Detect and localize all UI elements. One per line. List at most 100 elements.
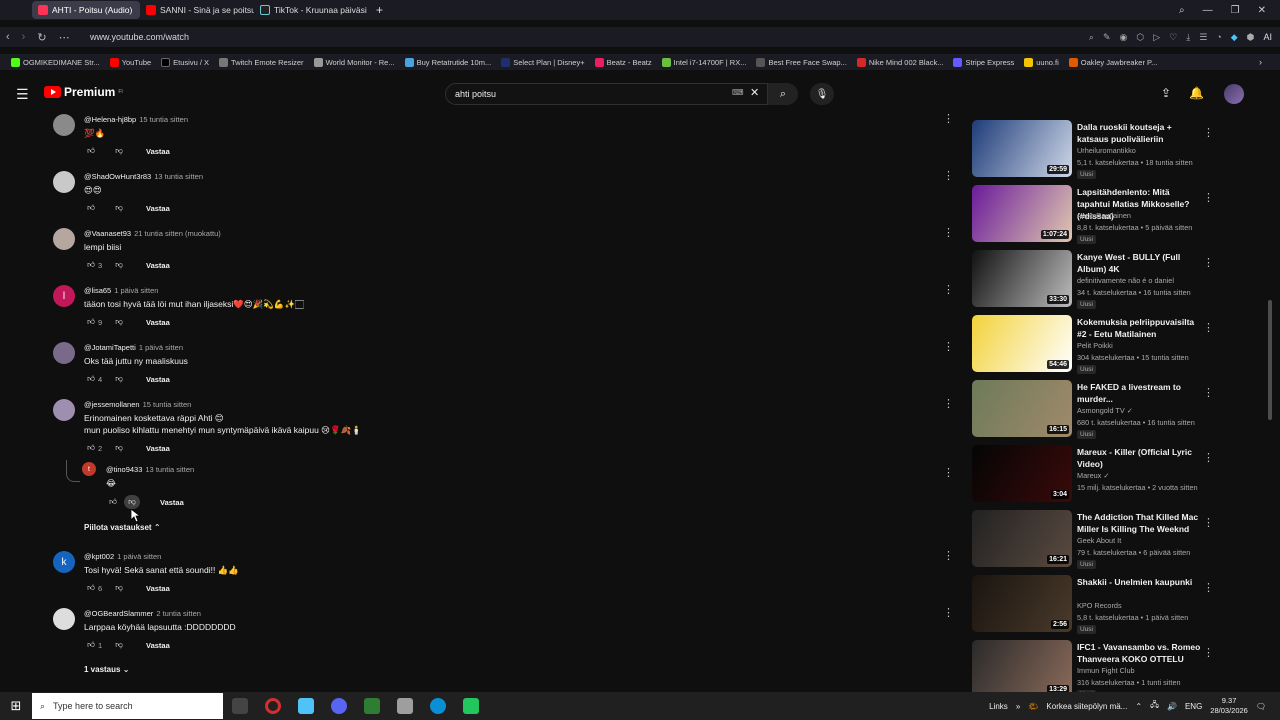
video-title[interactable]: IFC1 - Vavansambo vs. Romeo Thanveera KO…: [1077, 641, 1202, 665]
avatar[interactable]: l: [53, 285, 75, 307]
avatar[interactable]: t: [82, 462, 96, 476]
more-options-icon[interactable]: ⋮: [1203, 581, 1214, 594]
video-item[interactable]: 16:15 He FAKED a livestream to murder... A…: [972, 378, 1220, 440]
like-icon[interactable]: 👍︎: [106, 497, 120, 507]
avatar[interactable]: [53, 228, 75, 250]
taskbar-app-opera[interactable]: [256, 692, 289, 720]
avatar[interactable]: [53, 171, 75, 193]
more-options-icon[interactable]: ⋮: [1203, 126, 1214, 139]
clear-search-icon[interactable]: ✕: [750, 86, 759, 99]
dislike-icon[interactable]: 👎︎: [112, 260, 126, 270]
avatar[interactable]: [53, 342, 75, 364]
hamburger-menu-icon[interactable]: ☰: [16, 86, 29, 103]
bookmark-item[interactable]: Nike Mind 002 Black...: [852, 57, 949, 67]
like-icon[interactable]: 👍︎: [84, 583, 98, 593]
extension-icon[interactable]: ◆: [1231, 32, 1238, 43]
dislike-icon[interactable]: 👎︎: [112, 583, 126, 593]
video-channel[interactable]: Mareux ✓: [1077, 471, 1109, 480]
reply-button[interactable]: Vastaa: [146, 375, 170, 384]
comment-author[interactable]: @tino9433 13 tuntia sitten: [106, 465, 194, 474]
edit-icon[interactable]: ✎: [1103, 32, 1111, 43]
video-title[interactable]: He FAKED a livestream to murder...: [1077, 381, 1202, 405]
weather-text[interactable]: Korkea siitepölyn mä...: [1046, 702, 1127, 711]
video-thumbnail[interactable]: 16:21: [972, 510, 1072, 567]
notifications-bell-icon[interactable]: 🔔: [1189, 86, 1204, 100]
forward-icon[interactable]: ›: [22, 31, 26, 44]
more-options-icon[interactable]: ⋮: [943, 340, 954, 353]
taskbar-app-app-green[interactable]: [355, 692, 388, 720]
search-button[interactable]: ⌕: [768, 83, 798, 105]
video-channel[interactable]: Asmongold TV ✓: [1077, 406, 1133, 415]
reply-button[interactable]: Vastaa: [146, 444, 170, 453]
like-icon[interactable]: 👍︎: [84, 260, 98, 270]
upload-icon[interactable]: ⇪: [1161, 86, 1171, 100]
weather-icon[interactable]: 🌤: [1028, 702, 1038, 711]
more-options-icon[interactable]: ⋮: [943, 226, 954, 239]
bookmark-item[interactable]: Buy Retatrutide 10m...: [400, 57, 497, 67]
reload-icon[interactable]: ↻: [37, 31, 46, 44]
bookmark-item[interactable]: Stripe Express: [948, 57, 1019, 67]
comment-author[interactable]: @lisa65 1 päivä sitten: [84, 286, 158, 295]
like-icon[interactable]: 👍︎: [84, 317, 98, 327]
dislike-icon[interactable]: 👎︎: [112, 374, 126, 384]
more-options-icon[interactable]: ⋮: [1203, 386, 1214, 399]
more-options-icon[interactable]: ⋮: [1203, 451, 1214, 464]
url-field[interactable]: www.youtube.com/watch: [90, 27, 189, 47]
comment-author[interactable]: @OGBeardSlammer 2 tuntia sitten: [84, 609, 201, 618]
video-item[interactable]: 13:29 IFC1 - Vavansambo vs. Romeo Thanvee…: [972, 638, 1220, 692]
video-thumbnail[interactable]: 29:59: [972, 120, 1072, 177]
tab-ahti-poitsu[interactable]: AHTI - Poitsu (Audio): [32, 1, 140, 19]
notification-center-icon[interactable]: 🗨: [1256, 702, 1266, 711]
chevron-icon[interactable]: »: [1016, 702, 1020, 711]
avatar[interactable]: k: [53, 551, 75, 573]
bookmark-item[interactable]: Select Plan | Disney+: [496, 57, 589, 67]
network-icon[interactable]: 🖧: [1150, 699, 1159, 713]
keyboard-icon[interactable]: ⌨: [732, 88, 744, 97]
video-item[interactable]: 54:46 Kokemuksia pelriippuvaisilta #2 - E…: [972, 313, 1220, 375]
ai-button[interactable]: AI: [1263, 32, 1272, 42]
more-options-icon[interactable]: ⋮: [943, 169, 954, 182]
more-options-icon[interactable]: ⋮: [943, 549, 954, 562]
more-options-icon[interactable]: ⋮: [943, 112, 954, 125]
search-tabs-icon[interactable]: ⌕: [1179, 5, 1185, 16]
reply-button[interactable]: Vastaa: [146, 318, 170, 327]
show-replies-button[interactable]: 1 vastaus ⌄: [84, 665, 129, 674]
dislike-icon[interactable]: 👎︎: [124, 495, 140, 509]
volume-icon[interactable]: 🔊: [1167, 702, 1177, 711]
video-channel[interactable]: Aapo Rautiainen: [1077, 211, 1131, 220]
links-toolbar[interactable]: Links: [989, 702, 1008, 711]
hide-replies-button[interactable]: Piilota vastaukset ⌃: [84, 523, 161, 532]
video-title[interactable]: The Addiction That Killed Mac Miller Is …: [1077, 511, 1202, 535]
bookmark-item[interactable]: uuno.fi: [1019, 57, 1064, 67]
video-item[interactable]: 16:21 The Addiction That Killed Mac Mille…: [972, 508, 1220, 570]
taskbar-app-app-shield[interactable]: [388, 692, 421, 720]
like-icon[interactable]: 👍︎: [84, 443, 98, 453]
video-channel[interactable]: Immun Fight Club: [1077, 666, 1135, 675]
taskbar-app-app-play[interactable]: [454, 692, 487, 720]
video-thumbnail[interactable]: 16:15: [972, 380, 1072, 437]
more-options-icon[interactable]: ⋮: [943, 397, 954, 410]
search-page-icon[interactable]: ⌕: [1089, 32, 1094, 43]
like-icon[interactable]: 👍︎: [84, 203, 98, 213]
bookmark-item[interactable]: Twitch Emote Resizer: [214, 57, 309, 67]
bookmark-item[interactable]: Etusivu / X: [156, 57, 214, 67]
video-item[interactable]: 1:07:24 Lapsitähdenlento: Mitä tapahtui M…: [972, 183, 1220, 245]
taskbar-app-edge[interactable]: [421, 692, 454, 720]
language-indicator[interactable]: ENG: [1185, 702, 1202, 711]
video-channel[interactable]: Geek About It: [1077, 536, 1121, 545]
comment-author[interactable]: @ShadOwHunt3r83 13 tuntia sitten: [84, 172, 203, 181]
cube-icon[interactable]: ⬢: [1247, 32, 1255, 43]
bookmark-item[interactable]: Beatz - Beatz: [590, 57, 657, 67]
clock[interactable]: 9.37 28/03/2026: [1210, 696, 1248, 716]
video-title[interactable]: Kanye West - BULLY (Full Album) 4K: [1077, 251, 1202, 275]
avatar[interactable]: [53, 399, 75, 421]
shield-icon[interactable]: ⬡: [1136, 32, 1144, 43]
more-options-icon[interactable]: ⋮: [1203, 516, 1214, 529]
taskbar-app-copilot[interactable]: [289, 692, 322, 720]
like-icon[interactable]: 👍︎: [84, 146, 98, 156]
reply-button[interactable]: Vastaa: [146, 204, 170, 213]
close-window-icon[interactable]: ✕: [1258, 5, 1266, 16]
taskbar-app-task-view[interactable]: [223, 692, 256, 720]
video-item[interactable]: 29:59 Dalla ruoskii koutseja + katsaus pu…: [972, 118, 1220, 180]
reply-button[interactable]: Vastaa: [146, 147, 170, 156]
